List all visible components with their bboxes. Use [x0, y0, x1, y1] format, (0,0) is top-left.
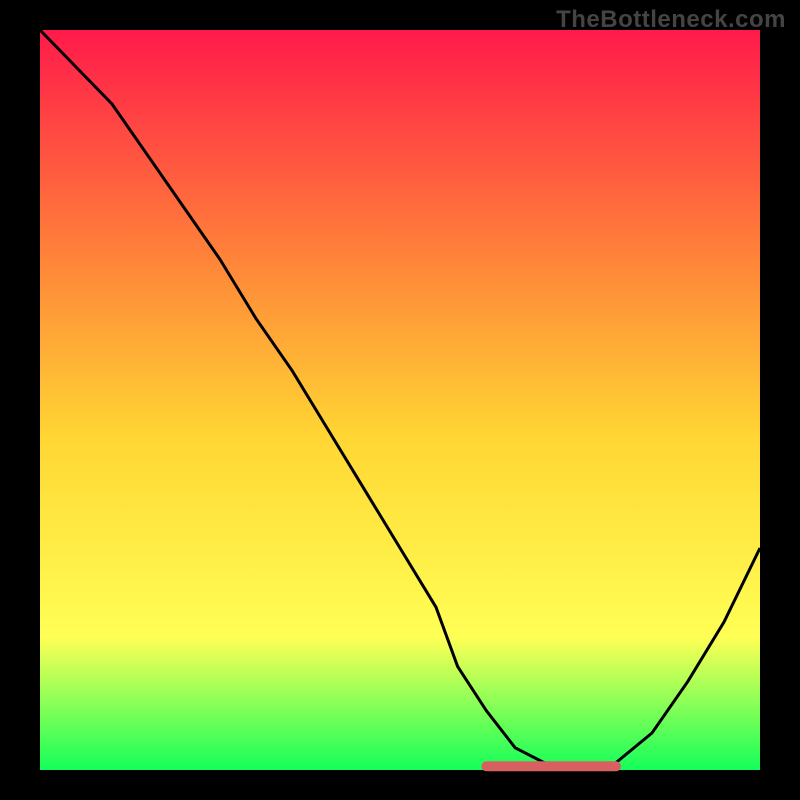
plot-background [40, 30, 760, 770]
bottleneck-chart [0, 0, 800, 800]
watermark-text: TheBottleneck.com [556, 6, 786, 34]
chart-canvas: TheBottleneck.com [0, 0, 800, 800]
